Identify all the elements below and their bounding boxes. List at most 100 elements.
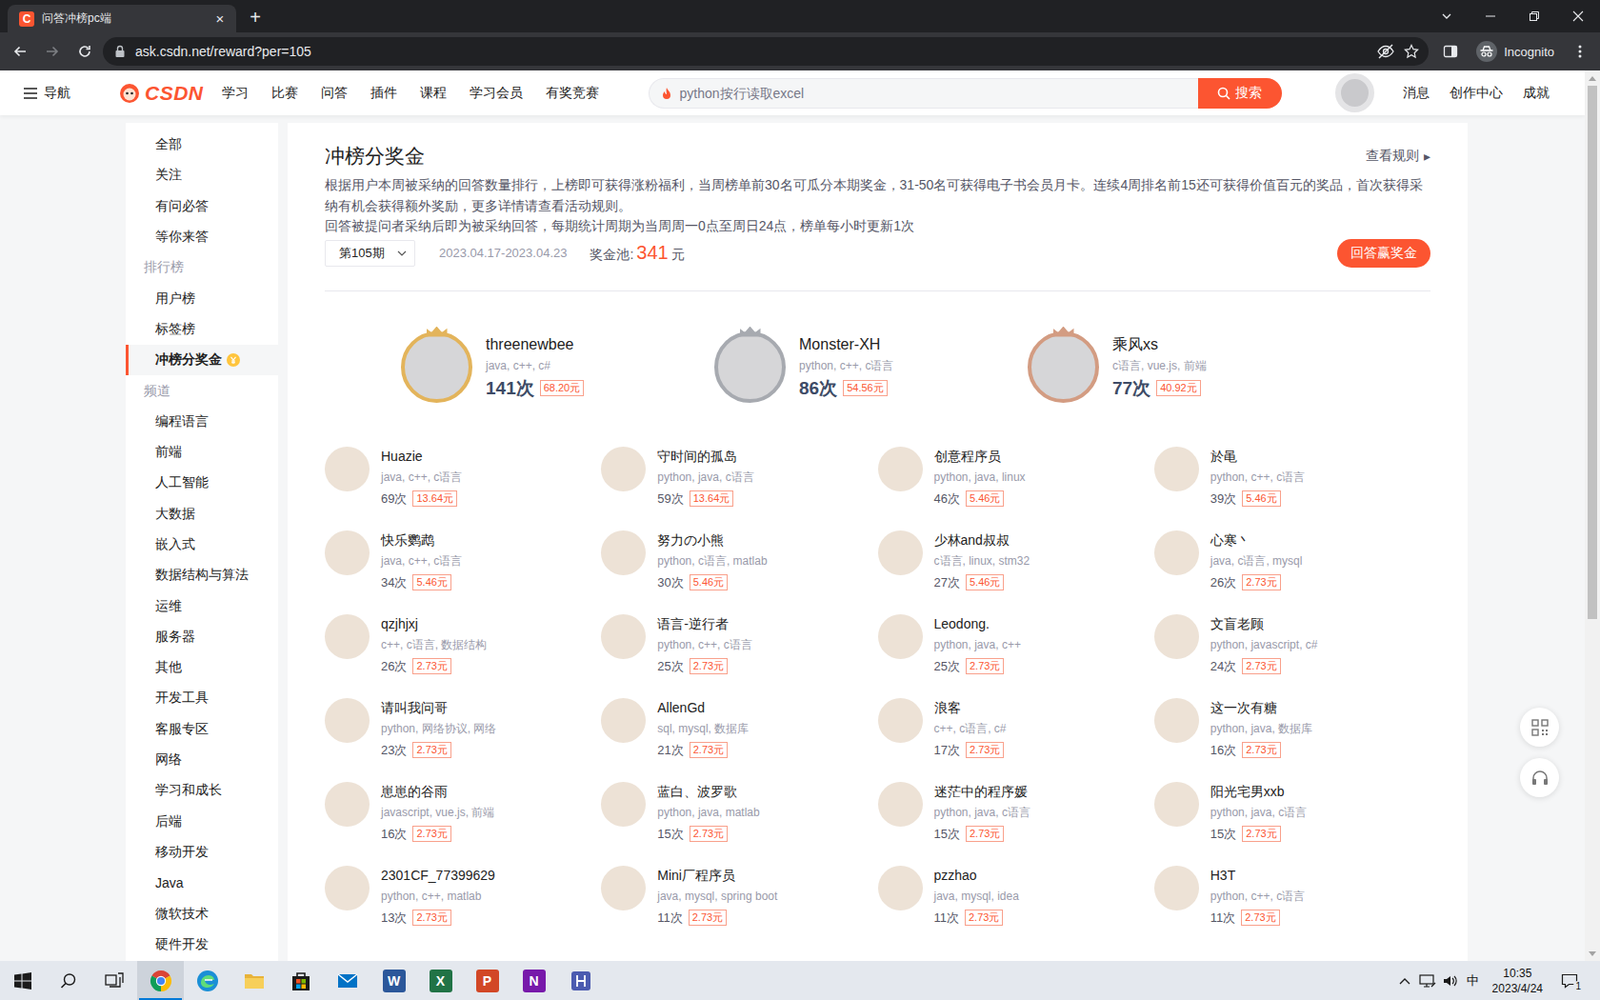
rules-link[interactable]: 查看规则▸ — [1365, 147, 1431, 165]
avatar[interactable] — [1154, 614, 1200, 660]
header-link[interactable]: 创作中心 — [1449, 84, 1503, 102]
qr-code-icon[interactable] — [1520, 707, 1560, 747]
nav-link[interactable]: 学习会员 — [469, 84, 523, 102]
avatar[interactable] — [324, 698, 370, 743]
ranking-entry[interactable]: Mini厂程序员java, mysql, spring boot11次2.73元 — [600, 865, 878, 928]
sidebar-item[interactable]: 前端 — [125, 437, 279, 468]
nav-menu-button[interactable]: 导航 — [22, 84, 71, 102]
taskbar-start[interactable] — [0, 960, 46, 1000]
ranking-entry[interactable]: qzjhjxjc++, c语言, 数据结构26次2.73元 — [324, 614, 601, 677]
bookmark-star-icon[interactable] — [1403, 43, 1420, 60]
header-link[interactable]: 成就 — [1522, 84, 1550, 102]
avatar[interactable] — [878, 614, 923, 660]
new-tab-button[interactable]: + — [241, 3, 269, 31]
sidebar-item[interactable]: 大数据 — [125, 499, 279, 530]
ranking-entry[interactable]: 请叫我问哥python, 网络协议, 网络23次2.73元 — [324, 698, 601, 760]
user-name[interactable]: 浪客 — [934, 698, 1007, 718]
user-name[interactable]: 迷茫中的程序媛 — [934, 781, 1031, 801]
ranking-entry[interactable]: 文盲老顾python, javascript, c#24次2.73元 — [1154, 614, 1431, 677]
sidebar-item[interactable]: 服务器 — [125, 621, 279, 653]
sidebar-item[interactable]: 全部 — [125, 129, 279, 160]
tracking-blocked-icon[interactable] — [1377, 43, 1395, 60]
ranking-entry[interactable]: 迷茫中的程序媛python, java, c语言15次2.73元 — [878, 781, 1155, 844]
sidebar-item[interactable]: 嵌入式 — [125, 529, 279, 560]
podium-entry[interactable]: Monster-XHpython, c++, c语言86次54.56元 — [714, 331, 1028, 403]
url-text[interactable]: ask.csdn.net/reward?per=105 — [135, 43, 312, 60]
user-name[interactable]: 努力の小熊 — [657, 530, 767, 550]
headset-icon[interactable] — [1520, 758, 1560, 798]
browser-tab[interactable]: C问答冲榜pc端× — [7, 4, 237, 33]
ranking-entry[interactable]: 语言-逆行者python, c++, c语言25次2.73元 — [600, 614, 878, 677]
search-button[interactable]: 搜索 — [1198, 78, 1282, 109]
user-name[interactable]: 崽崽的谷雨 — [380, 781, 495, 801]
lock-icon[interactable] — [114, 44, 126, 59]
reload-button[interactable] — [70, 37, 100, 66]
avatar[interactable] — [600, 865, 646, 911]
user-name[interactable]: H3T — [1210, 865, 1305, 885]
nav-link[interactable]: 学习 — [221, 84, 249, 102]
avatar[interactable] — [1154, 781, 1200, 827]
avatar[interactable] — [878, 781, 923, 827]
user-name[interactable]: Mini厂程序员 — [657, 865, 778, 885]
avatar[interactable] — [714, 331, 786, 403]
ranking-entry[interactable]: Huaziejava, c++, c语言69次13.64元 — [324, 446, 601, 509]
ranking-entry[interactable]: 少林and叔叔c语言, linux, stm3227次5.46元 — [878, 530, 1155, 593]
taskbar-taskview[interactable] — [91, 960, 138, 1000]
nav-link[interactable]: 有奖竞赛 — [545, 84, 600, 102]
ranking-entry[interactable]: AllenGdsql, mysql, 数据库21次2.73元 — [600, 698, 878, 760]
nav-link[interactable]: 比赛 — [271, 84, 299, 102]
podium-entry[interactable]: 乘风xsc语言, vue.js, 前端77次40.92元 — [1027, 331, 1341, 403]
user-name[interactable]: 创意程序员 — [934, 446, 1026, 466]
sidebar-item[interactable]: 编程语言 — [125, 406, 279, 438]
menu-dots-icon[interactable] — [1565, 37, 1595, 66]
ranking-entry[interactable]: 守时间的孤岛python, java, c语言59次13.64元 — [600, 446, 878, 509]
taskbar-search[interactable] — [45, 960, 92, 1000]
input-method[interactable]: 中 — [1461, 960, 1485, 1000]
nav-link[interactable]: 课程 — [420, 84, 447, 102]
taskbar-office[interactable]: P — [463, 960, 511, 1000]
ranking-entry[interactable]: 崽崽的谷雨javascript, vue.js, 前端16次2.73元 — [324, 781, 601, 844]
avatar[interactable] — [878, 446, 923, 492]
ranking-entry[interactable]: 努力の小熊python, c语言, matlab30次5.46元 — [600, 530, 878, 593]
ranking-entry[interactable]: 阳光宅男xxbpython, java, c语言15次2.73元 — [1154, 781, 1431, 844]
back-button[interactable] — [5, 37, 35, 66]
sidebar-item[interactable]: 等你来答 — [125, 221, 279, 253]
taskbar-office[interactable]: N — [510, 960, 558, 1000]
avatar[interactable] — [1154, 446, 1200, 492]
taskbar-folder[interactable] — [230, 960, 278, 1000]
avatar[interactable] — [324, 530, 370, 576]
taskbar-chrome[interactable] — [137, 960, 184, 1000]
ranking-entry[interactable]: 心寒丶java, c语言, mysql26次2.73元 — [1154, 530, 1431, 593]
period-select[interactable]: 第105期 — [324, 240, 416, 267]
taskbar-office[interactable]: X — [417, 960, 464, 1000]
avatar[interactable] — [324, 446, 370, 492]
sidebar-item[interactable]: Java — [125, 867, 279, 899]
ranking-entry[interactable]: 浪客c++, c语言, c#17次2.73元 — [878, 698, 1155, 760]
ranking-entry[interactable]: 蓝白、波罗歌python, java, matlab15次2.73元 — [600, 781, 878, 844]
user-name[interactable]: 少林and叔叔 — [934, 530, 1031, 550]
sidebar-item[interactable]: 移动开发 — [125, 837, 279, 868]
sidebar-item[interactable]: 用户榜 — [125, 282, 279, 314]
profile-chip[interactable]: Incognito — [1468, 37, 1562, 66]
user-name[interactable]: Leodong. — [934, 614, 1021, 634]
avatar[interactable] — [324, 865, 370, 911]
user-name[interactable]: 乘风xs — [1112, 334, 1207, 356]
close-window-icon[interactable] — [1556, 0, 1600, 33]
scroll-up-icon[interactable] — [1584, 70, 1600, 86]
ranking-entry[interactable]: 於黾python, c++, c语言39次5.46元 — [1154, 446, 1431, 509]
sidebar-item[interactable]: 有问必答 — [125, 191, 279, 222]
notification-center[interactable]: 1 — [1550, 960, 1589, 1000]
avatar[interactable] — [600, 781, 646, 827]
user-name[interactable]: 守时间的孤岛 — [657, 446, 754, 466]
network-icon[interactable] — [1416, 960, 1440, 1000]
nav-link[interactable]: 插件 — [370, 84, 398, 102]
avatar[interactable] — [1154, 698, 1200, 743]
user-name[interactable]: pzzhao — [934, 865, 1020, 885]
user-name[interactable]: 请叫我问哥 — [380, 698, 497, 718]
sidebar-item[interactable]: 后端 — [125, 806, 279, 838]
avatar[interactable] — [878, 698, 923, 743]
scroll-track[interactable] — [1584, 85, 1600, 946]
csdn-logo[interactable]: CSDN — [118, 81, 204, 105]
answer-cta-button[interactable]: 回答赢奖金 — [1337, 239, 1431, 268]
podium-entry[interactable]: threenewbeejava, c++, c#141次68.20元 — [400, 331, 715, 403]
